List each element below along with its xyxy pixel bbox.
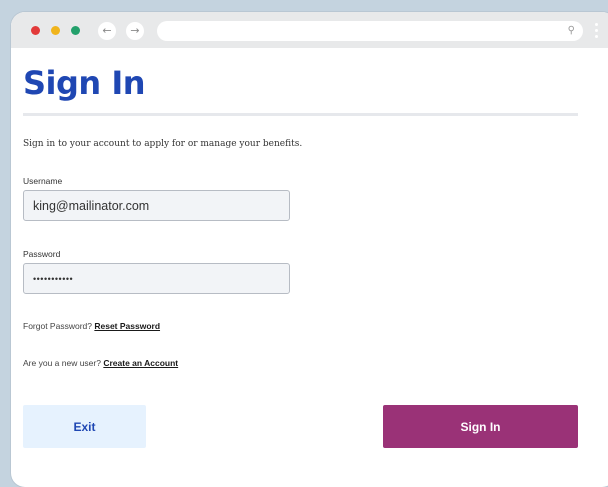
browser-window: ← → ⚲ Sign In Sign in to your account to… [11,12,608,487]
page-title: Sign In [23,64,146,102]
exit-button[interactable]: Exit [23,405,146,448]
search-icon: ⚲ [567,25,575,36]
minimize-window-dot[interactable] [51,26,60,35]
address-bar[interactable]: ⚲ [157,21,583,41]
maximize-window-dot[interactable] [71,26,80,35]
close-window-dot[interactable] [31,26,40,35]
browser-menu-icon[interactable] [595,21,599,41]
create-account-link[interactable]: Create an Account [103,358,178,368]
reset-password-link[interactable]: Reset Password [94,321,160,331]
back-arrow-icon[interactable]: ← [98,22,116,40]
password-label: Password [23,249,61,259]
sign-in-button[interactable]: Sign In [383,405,578,448]
intro-text: Sign in to your account to apply for or … [23,139,303,149]
username-field[interactable] [23,190,290,221]
title-divider [23,113,578,116]
username-label: Username [23,176,63,186]
browser-toolbar: ← → ⚲ [11,12,608,48]
new-user-text: Are you a new user? [23,358,101,368]
forgot-password-line: Forgot Password? Reset Password [23,321,160,331]
new-user-line: Are you a new user? Create an Account [23,358,178,368]
forgot-password-text: Forgot Password? [23,321,92,331]
forward-arrow-icon[interactable]: → [126,22,144,40]
password-field[interactable] [23,263,290,294]
